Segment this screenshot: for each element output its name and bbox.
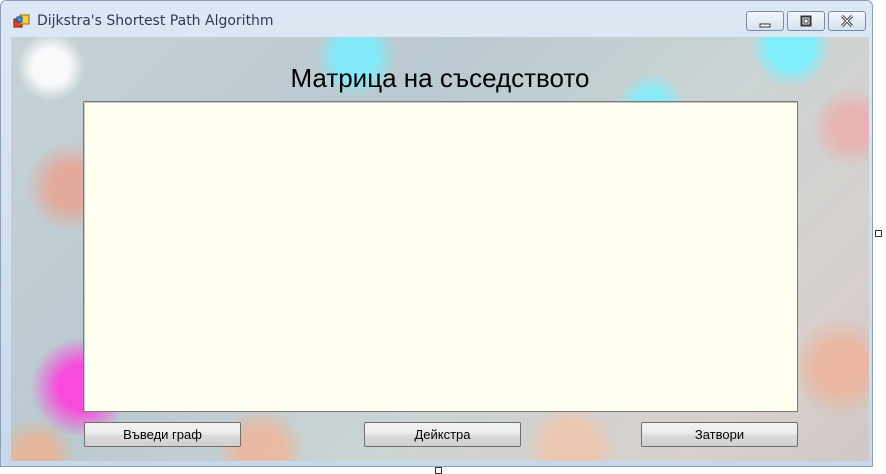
maximize-button[interactable] (787, 11, 825, 31)
minimize-button[interactable] (746, 11, 784, 31)
app-window: Dijkstra's Shortest Path Algorithm Матри… (0, 0, 873, 467)
minimize-icon (759, 23, 771, 28)
window-title: Dijkstra's Shortest Path Algorithm (37, 13, 274, 29)
resize-handle-right[interactable] (875, 230, 882, 237)
resize-handle-bottom[interactable] (435, 467, 442, 474)
input-graph-button[interactable]: Въведи граф (84, 422, 241, 447)
adjacency-matrix-textbox[interactable] (83, 101, 798, 412)
dijkstra-button[interactable]: Дейкстра (364, 422, 521, 447)
app-icon (13, 13, 31, 31)
page-title: Матрица на съседството (290, 63, 590, 93)
maximize-icon (800, 15, 812, 27)
close-window-button[interactable] (828, 11, 866, 31)
form-client-area: Матрица на съседството Въведи граф Дейкс… (11, 37, 869, 461)
close-button[interactable]: Затвори (641, 422, 798, 447)
close-icon (840, 14, 854, 28)
title-bar[interactable]: Dijkstra's Shortest Path Algorithm (1, 1, 872, 37)
